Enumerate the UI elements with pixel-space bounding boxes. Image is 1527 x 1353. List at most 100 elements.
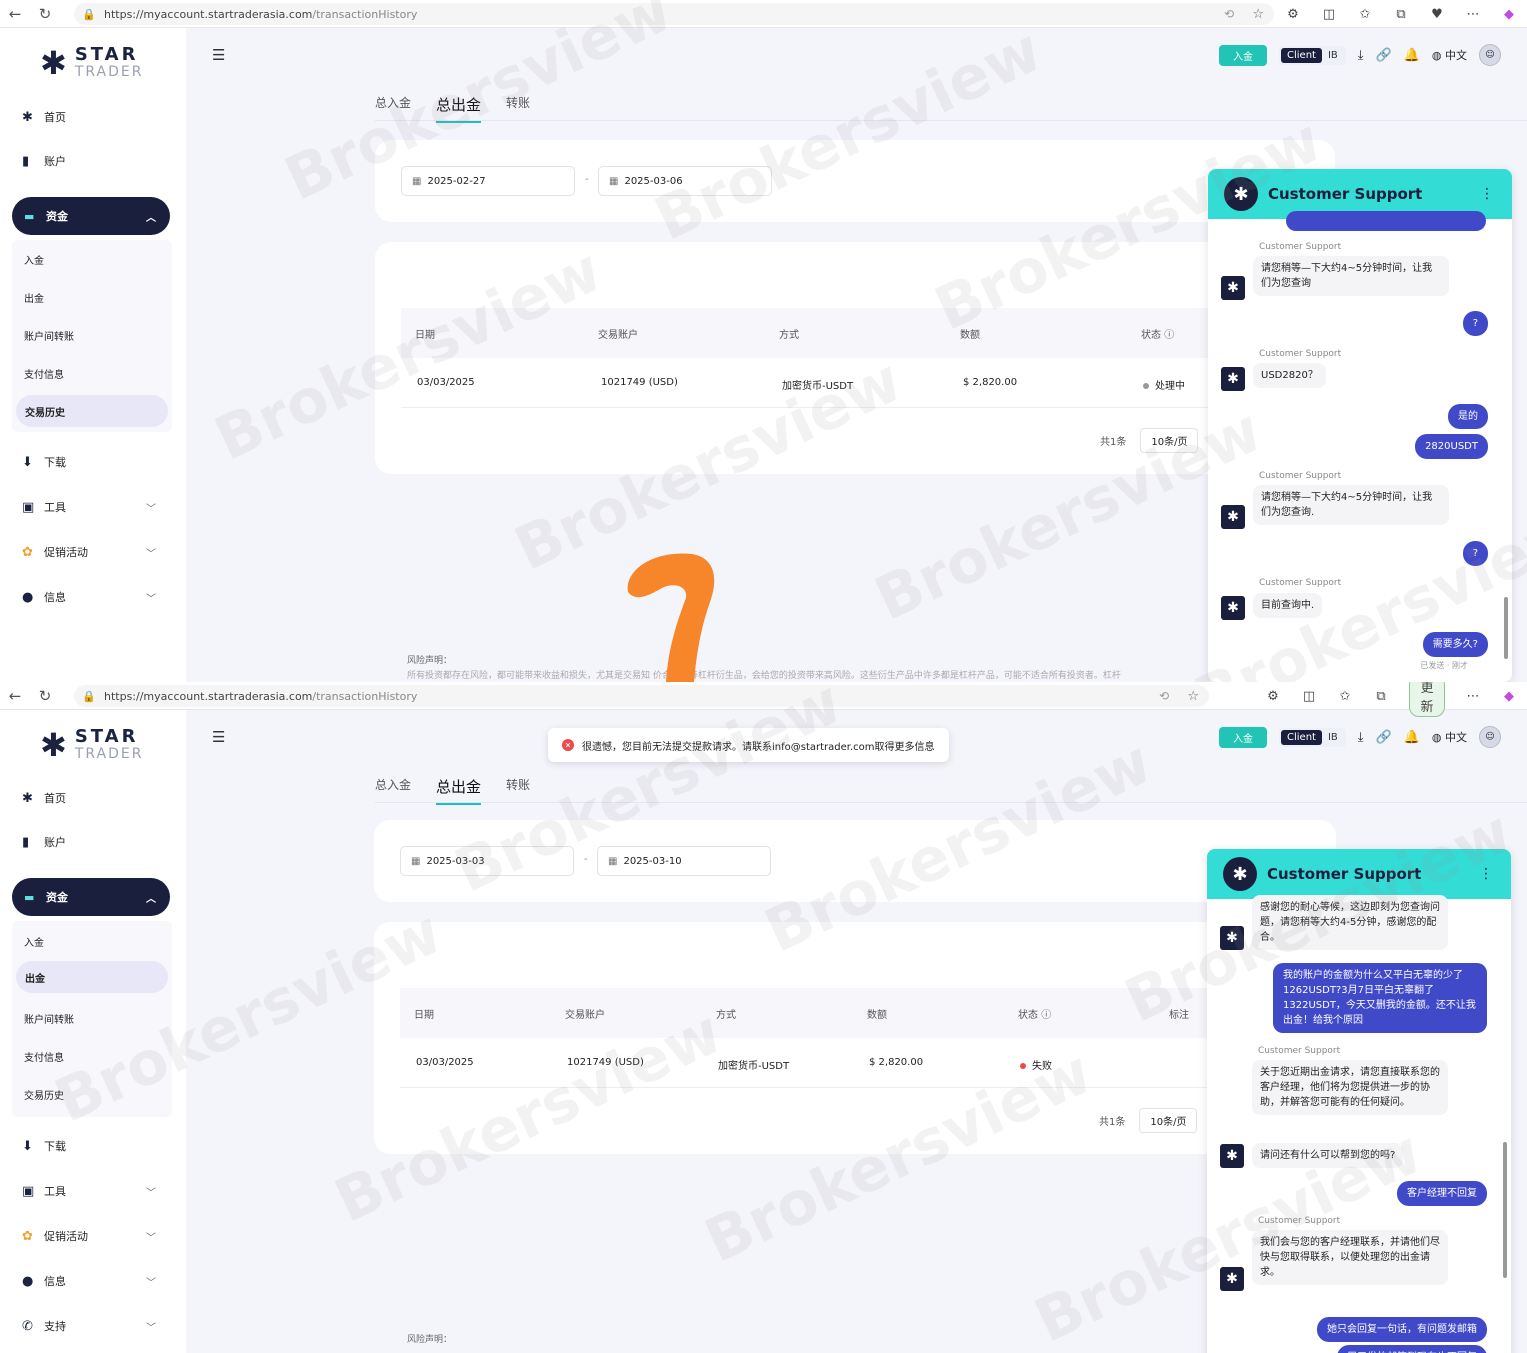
kebab-menu-icon[interactable]: ⋮ xyxy=(1479,866,1493,882)
logo[interactable]: ✱ STAR TRADER xyxy=(40,728,143,763)
nav-download[interactable]: ⬇ 下载 xyxy=(22,449,162,475)
split-screen-icon[interactable]: ◫ xyxy=(1311,7,1347,22)
extensions-icon[interactable]: ⚙ xyxy=(1275,7,1311,22)
date-to-input[interactable]: ▦ 2025-03-10 xyxy=(597,846,771,876)
ib-toggle[interactable]: IB xyxy=(1322,50,1344,61)
logo[interactable]: ✱ STAR TRADER xyxy=(40,46,143,81)
reader-icon[interactable]: ⟲ xyxy=(1224,7,1234,21)
bell-icon[interactable]: 🔔 xyxy=(1404,730,1420,745)
download-app-icon[interactable]: ⤓ xyxy=(1358,48,1364,63)
nav-promo[interactable]: ✿ 促销活动 ﹀ xyxy=(22,1223,162,1249)
sub-transfer[interactable]: 账户间转账 xyxy=(24,1011,74,1026)
link-icon[interactable]: 🔗 xyxy=(1376,730,1392,745)
page-size-select[interactable]: 10条/页 xyxy=(1139,1108,1198,1133)
info-icon[interactable]: ⓘ xyxy=(1164,330,1174,341)
nav-account[interactable]: ▮ 账户 xyxy=(22,148,162,174)
favorites-icon[interactable]: ✩ xyxy=(1327,689,1363,704)
chevron-down-icon: ﹀ xyxy=(146,1232,156,1244)
language-switch[interactable]: ◍ 中文 xyxy=(1432,729,1467,745)
collections-icon[interactable]: ⧉ xyxy=(1383,7,1419,22)
nav-tools[interactable]: ▣ 工具 ﹀ xyxy=(22,494,162,520)
date-to-value: 2025-03-10 xyxy=(623,855,682,867)
more-icon[interactable]: ⋯ xyxy=(1455,689,1491,704)
tab-total-withdraw[interactable]: 总出金 xyxy=(436,94,482,123)
tab-transfer[interactable]: 转账 xyxy=(506,94,530,115)
page-size-select[interactable]: 10条/页 xyxy=(1140,428,1199,453)
nav-funds[interactable]: ▬ 资金 ︿ xyxy=(12,197,170,235)
link-icon[interactable]: 🔗 xyxy=(1376,48,1392,63)
refresh-icon[interactable]: ↻ xyxy=(30,687,60,705)
ib-toggle[interactable]: IB xyxy=(1322,732,1344,743)
deposit-button[interactable]: 入金 xyxy=(1219,726,1267,748)
refresh-icon[interactable]: ↻ xyxy=(30,5,60,23)
nav-home[interactable]: ✱ 首页 xyxy=(22,104,162,130)
language-switch[interactable]: ◍ 中文 xyxy=(1432,47,1467,63)
sub-withdraw[interactable]: 出金 xyxy=(16,961,168,993)
nav-funds[interactable]: ▬ 资金 ︿ xyxy=(12,878,170,916)
browser-actions: ⚙ ◫ ✩ ⧉ ♥ ⋯ ◆ xyxy=(1275,0,1527,28)
extensions-icon[interactable]: ⚙ xyxy=(1255,689,1291,704)
back-icon[interactable]: ← xyxy=(0,5,30,23)
date-to-input[interactable]: ▦ 2025-03-06 xyxy=(598,166,772,196)
tab-total-withdraw[interactable]: 总出金 xyxy=(436,776,482,805)
bell-icon[interactable]: 🔔 xyxy=(1404,48,1420,63)
sub-deposit[interactable]: 入金 xyxy=(24,934,44,949)
nav-account[interactable]: ▮ 账户 xyxy=(22,829,162,855)
split-screen-icon[interactable]: ◫ xyxy=(1291,689,1327,704)
sub-history[interactable]: 交易历史 xyxy=(16,395,168,427)
nav-home[interactable]: ✱ 首页 xyxy=(22,785,162,811)
row-status-label: 失败 xyxy=(1032,1061,1052,1072)
tab-total-deposit[interactable]: 总入金 xyxy=(375,776,411,797)
deposit-button[interactable]: 入金 xyxy=(1219,44,1267,66)
copilot-icon[interactable]: ◆ xyxy=(1491,7,1527,22)
address-bar[interactable]: 🔒 https://myaccount.startraderasia.com/t… xyxy=(74,3,1274,25)
agent-message: 请问还有什么可以帮到您的吗? xyxy=(1252,1143,1404,1168)
sub-payment-info[interactable]: 支付信息 xyxy=(24,366,64,381)
chat-scrollbar[interactable] xyxy=(1503,1142,1507,1278)
collapse-menu-icon[interactable]: ☰ xyxy=(212,728,225,746)
table-row: 03/03/2025 1021749 (USD) 加密货币-USDT $ 2,8… xyxy=(401,358,1335,408)
kebab-menu-icon[interactable]: ⋮ xyxy=(1480,186,1494,202)
more-icon[interactable]: ⋯ xyxy=(1455,7,1491,22)
back-icon[interactable]: ← xyxy=(0,687,30,705)
tab-total-deposit[interactable]: 总入金 xyxy=(375,94,411,115)
chat-scrollbar[interactable] xyxy=(1504,597,1508,659)
client-ib-switch[interactable]: Client IB xyxy=(1279,45,1346,65)
nav-support[interactable]: ✆ 支持 ﹀ xyxy=(22,1313,162,1339)
date-from-input[interactable]: ▦ 2025-02-27 xyxy=(401,166,575,196)
nav-info[interactable]: ● 信息 ﹀ xyxy=(22,1268,162,1294)
favorite-star-icon[interactable]: ☆ xyxy=(1252,7,1264,22)
sub-payment-info[interactable]: 支付信息 xyxy=(24,1049,64,1064)
sub-history[interactable]: 交易历史 xyxy=(24,1087,64,1102)
performance-icon[interactable]: ♥ xyxy=(1419,7,1455,22)
favorites-icon[interactable]: ✩ xyxy=(1347,7,1383,22)
date-from-input[interactable]: ▦ 2025-03-03 xyxy=(400,846,574,876)
client-ib-switch[interactable]: Client IB xyxy=(1279,727,1346,747)
reader-icon[interactable]: ⟲ xyxy=(1159,689,1169,703)
nav-promo[interactable]: ✿ 促销活动 ﹀ xyxy=(22,539,162,565)
browser-toolbar: ← ↻ 🔒 https://myaccount.startraderasia.c… xyxy=(0,682,1527,717)
sub-deposit[interactable]: 入金 xyxy=(24,252,44,267)
client-toggle[interactable]: Client xyxy=(1281,47,1322,63)
avatar[interactable]: ☺ xyxy=(1479,726,1501,748)
tab-divider xyxy=(375,120,1527,121)
collections-icon[interactable]: ⧉ xyxy=(1363,689,1399,704)
avatar[interactable]: ☺ xyxy=(1479,44,1501,66)
nav-download[interactable]: ⬇ 下载 xyxy=(22,1133,162,1159)
client-toggle[interactable]: Client xyxy=(1281,729,1322,745)
copilot-icon[interactable]: ◆ xyxy=(1491,689,1527,704)
sub-transfer[interactable]: 账户间转账 xyxy=(24,328,74,343)
address-bar[interactable]: 🔒 https://myaccount.startraderasia.com/t… xyxy=(74,685,1209,707)
download-app-icon[interactable]: ⤓ xyxy=(1358,730,1364,745)
collapse-menu-icon[interactable]: ☰ xyxy=(212,46,225,64)
nav-tools[interactable]: ▣ 工具 ﹀ xyxy=(22,1178,162,1204)
sub-withdraw[interactable]: 出金 xyxy=(24,290,44,305)
tab-transfer[interactable]: 转账 xyxy=(506,776,530,797)
lock-icon: 🔒 xyxy=(82,7,96,21)
tabs: 总入金 总出金 转账 xyxy=(375,94,530,123)
nav-info[interactable]: ● 信息 ﹀ xyxy=(22,584,162,610)
favorite-star-icon[interactable]: ☆ xyxy=(1187,689,1199,704)
info-icon[interactable]: ⓘ xyxy=(1041,1010,1051,1021)
col-account: 交易账户 xyxy=(565,1010,605,1021)
row-account: 1021749 (USD) xyxy=(601,377,678,388)
